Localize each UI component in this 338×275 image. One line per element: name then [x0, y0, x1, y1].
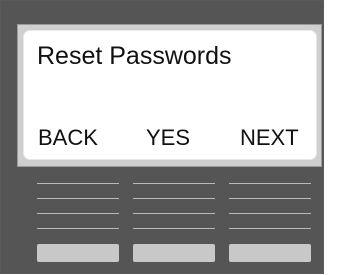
grille-line	[229, 213, 311, 214]
grille-line	[133, 228, 215, 229]
grille-line	[229, 198, 311, 199]
screen-title: Reset Passwords	[37, 42, 232, 70]
softkey-label-back: BACK	[38, 125, 98, 150]
softkey-label-next: NEXT	[240, 125, 299, 150]
grille-line	[37, 198, 119, 199]
softkey-next-button[interactable]	[229, 244, 311, 262]
grille-line	[133, 183, 215, 184]
softkey-yes-button[interactable]	[133, 244, 215, 262]
grille-line	[229, 183, 311, 184]
softkey-label-yes: YES	[145, 125, 191, 150]
grille-line	[133, 213, 215, 214]
grille-line	[37, 213, 119, 214]
grille-line	[37, 228, 119, 229]
grille-line	[229, 228, 311, 229]
grille-line	[133, 198, 215, 199]
softkey-back-button[interactable]	[37, 244, 119, 262]
grille-line	[37, 183, 119, 184]
